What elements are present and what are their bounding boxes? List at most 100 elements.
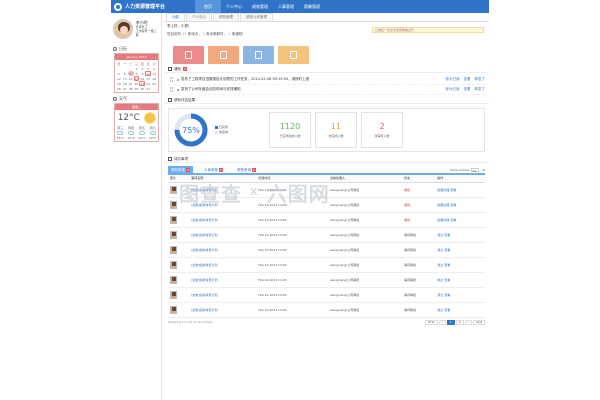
stats-title: 绩效评估结果 bbox=[174, 97, 195, 102]
action-link[interactable]: 提醒办理 bbox=[437, 188, 449, 192]
action-link[interactable]: 通过 bbox=[437, 233, 443, 237]
view-link[interactable]: 查看 bbox=[444, 308, 450, 312]
weather-icon bbox=[113, 97, 117, 101]
stat-box-2[interactable]: 2 待审核人数 bbox=[361, 112, 403, 148]
view-link[interactable]: 查看 bbox=[444, 293, 450, 297]
table-header: 照片 事项名称 创建时间 当前处理人 状态 操作 bbox=[168, 175, 485, 183]
task-name-link[interactable]: [绩效]绩效考核计划 bbox=[189, 257, 257, 273]
view-link[interactable]: 查看 bbox=[450, 188, 456, 192]
action-link[interactable]: 通过 bbox=[437, 263, 443, 267]
tab-0[interactable]: 功能 bbox=[166, 13, 185, 21]
actions-cell: 通过 查看 bbox=[435, 242, 485, 258]
stat-box-0[interactable]: 1120 已完成绩效人数 bbox=[269, 112, 311, 148]
calendar-day[interactable] bbox=[151, 86, 157, 91]
view-link[interactable]: 查看 bbox=[464, 77, 471, 82]
entries-info: Showing 1 to 10 of 12 entries bbox=[168, 320, 213, 324]
weather-widget: 星期二 12°C 周三 16°C 周四 15°C 周五 16°C 周六 16°C bbox=[114, 103, 159, 142]
column-header[interactable]: 状态 bbox=[402, 175, 436, 183]
table-row: [绩效]绩效考核计划 Feb 12,2013 14:20 wangxiang/公司审… bbox=[168, 257, 485, 273]
task-tab-label: 考勤申请 bbox=[236, 167, 251, 172]
task-name-link[interactable]: [绩效]绩效考核计划 bbox=[189, 197, 257, 213]
stat-box-1[interactable]: 11 未完成人数 bbox=[315, 112, 357, 148]
action-link[interactable]: 通过 bbox=[437, 248, 443, 252]
pager-item[interactable]: › bbox=[464, 319, 472, 325]
created-time: Feb 12,2013 14:20 bbox=[256, 302, 328, 318]
task-name-link[interactable]: [绩效]绩效考核计划 bbox=[189, 227, 257, 243]
task-name-link[interactable]: [绩效]绩效考核计划 bbox=[189, 182, 257, 198]
tasks-panel: 绩效考核 3 人事考核 2 考勤申请 1 Show entries 10 ⚙ 照片 事项名称… bbox=[168, 166, 485, 327]
column-header[interactable]: 当前处理人 bbox=[327, 175, 403, 183]
action-link[interactable]: 通过 bbox=[437, 308, 443, 312]
column-header[interactable]: 事项名称 bbox=[189, 175, 257, 183]
view-link[interactable]: 查看 bbox=[444, 233, 450, 237]
calendar-next-icon[interactable]: › bbox=[155, 55, 156, 59]
view-link[interactable]: 查看 bbox=[444, 278, 450, 282]
stat-value: 2 bbox=[379, 122, 385, 131]
task-name-link[interactable]: [绩效]绩效考核计划 bbox=[189, 302, 257, 318]
avatar[interactable] bbox=[113, 19, 133, 39]
quick-action-2[interactable] bbox=[243, 46, 274, 64]
column-header[interactable]: 创建时间 bbox=[256, 175, 328, 183]
status-dot bbox=[177, 78, 179, 81]
logo[interactable]: 人力资源管理平台 bbox=[111, 0, 195, 13]
task-tab-1[interactable]: 人事考核 2 bbox=[201, 168, 226, 173]
stat-value: 11 bbox=[330, 122, 342, 131]
tab-1[interactable]: 个人中心 bbox=[186, 13, 212, 21]
tab-2[interactable]: 绩效管理 bbox=[213, 13, 239, 21]
mark-read-link[interactable]: 标为已读 bbox=[446, 87, 460, 92]
todo-count[interactable]: 15 bbox=[182, 32, 186, 36]
quick-action-0[interactable] bbox=[173, 46, 204, 64]
pager-item[interactable]: Last bbox=[472, 319, 485, 325]
view-link[interactable]: 查看 bbox=[464, 87, 471, 92]
quick-action-1[interactable] bbox=[208, 46, 239, 64]
task-tab-2[interactable]: 考勤申请 1 bbox=[234, 168, 259, 173]
task-name-link[interactable]: [绩效]绩效考核计划 bbox=[189, 212, 257, 228]
nav-item-3[interactable]: 人事管理 bbox=[273, 0, 299, 13]
nav-item-0[interactable]: 首页 bbox=[195, 0, 221, 13]
mark-read-link[interactable]: 标为已读 bbox=[446, 77, 460, 82]
announcement-text[interactable]: 发布了工程项目进展报告计划表的工作任务，2014-02-06 09:15:00，… bbox=[181, 77, 442, 82]
quick-action-3[interactable] bbox=[278, 46, 309, 64]
task-name-link[interactable]: [绩效]绩效考核计划 bbox=[189, 272, 257, 288]
announcement-text[interactable]: 发布了公司年度会议的时间与安排通知 bbox=[181, 87, 442, 92]
announcement-month: 12 bbox=[169, 78, 174, 83]
column-header[interactable]: 操作 bbox=[435, 175, 485, 183]
view-link[interactable]: 查看 bbox=[450, 203, 456, 207]
mail-count[interactable]: 1 bbox=[203, 32, 205, 36]
view-link[interactable]: 查看 bbox=[444, 248, 450, 252]
photo-cell bbox=[168, 302, 190, 318]
task-name-link[interactable]: [绩效]绩效考核计划 bbox=[189, 287, 257, 303]
status: 等待审批 bbox=[402, 257, 436, 273]
settings-icon[interactable]: ⚙ bbox=[482, 168, 485, 172]
calendar-prev-icon[interactable]: ‹ bbox=[117, 55, 118, 59]
status: 等待审批 bbox=[402, 272, 436, 288]
logo-text: 人力资源管理平台 bbox=[125, 4, 166, 10]
view-link[interactable]: 查看 bbox=[450, 218, 456, 222]
nav-item-1[interactable]: 个人中心 bbox=[221, 0, 247, 13]
action-link[interactable]: 提醒办理 bbox=[437, 203, 449, 207]
calendar-title: 日历 bbox=[119, 46, 127, 51]
pager-item[interactable]: 2 bbox=[455, 319, 464, 325]
nav-item-4[interactable]: 薪酬管理 bbox=[299, 0, 325, 13]
column-header[interactable]: 照片 bbox=[168, 175, 190, 183]
pager-item[interactable]: First bbox=[425, 319, 438, 325]
task-name-link[interactable]: [绩效]绩效考核计划 bbox=[189, 242, 257, 258]
forward-link[interactable]: 转发了 bbox=[475, 77, 486, 82]
show-entries-select[interactable]: 10 bbox=[471, 168, 480, 173]
nav-item-2[interactable]: 绩效管理 bbox=[247, 0, 273, 13]
action-link[interactable]: 提醒办理 bbox=[437, 218, 449, 222]
action-link[interactable]: 通过 bbox=[437, 278, 443, 282]
notice-banner[interactable]: 公告栏一点点点击查看信息行 bbox=[372, 27, 484, 33]
sidebar: 李小明 普通员工 工作编号一楼三期 日历 ‹ January 2014 › 日一… bbox=[111, 13, 162, 400]
action-link[interactable]: 通过 bbox=[437, 293, 443, 297]
forward-link[interactable]: 转发了 bbox=[475, 87, 486, 92]
pager-item[interactable]: ‹ bbox=[438, 319, 446, 325]
task-tab-0[interactable]: 绩效考核 3 bbox=[168, 166, 193, 174]
pager-item[interactable]: 1 bbox=[446, 319, 455, 325]
tab-3[interactable]: 绩效计划管理 bbox=[240, 13, 273, 21]
current-temp: 12°C bbox=[117, 112, 140, 123]
photo-cell bbox=[168, 272, 190, 288]
view-link[interactable]: 查看 bbox=[444, 263, 450, 267]
notice-count[interactable]: 2 bbox=[228, 32, 230, 36]
cloud-icon bbox=[128, 131, 135, 135]
